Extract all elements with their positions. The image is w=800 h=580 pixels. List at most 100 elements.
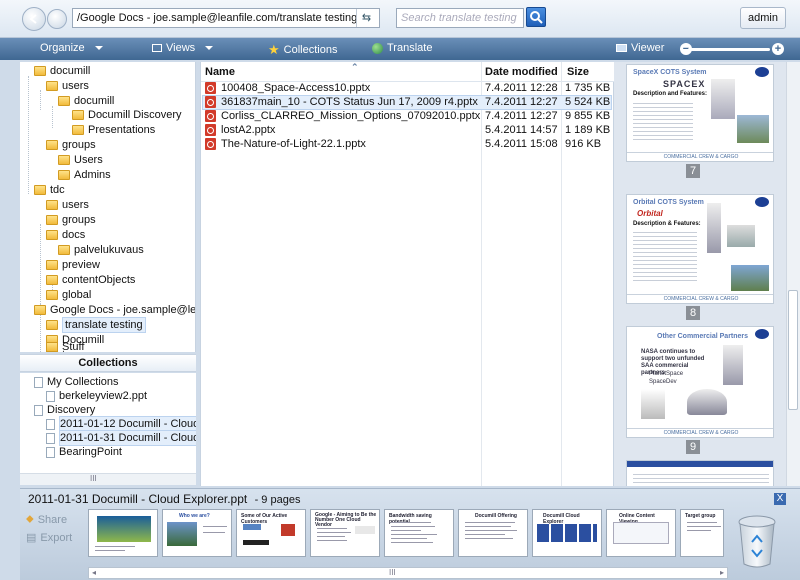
file-row[interactable]: 100408_Space-Access10.pptx 7.4.2011 12:2… (203, 82, 611, 95)
rocket-image (707, 203, 721, 253)
tree-item[interactable]: Stuff (46, 340, 84, 354)
date-column-header[interactable]: Date modified (485, 66, 558, 78)
tree-item[interactable]: groups (46, 213, 96, 227)
folder-icon (46, 215, 58, 225)
document-icon (46, 418, 55, 430)
folder-icon (58, 170, 70, 180)
tree-item[interactable]: contentObjects (46, 273, 135, 287)
folder-icon (46, 275, 58, 285)
tree-item[interactable]: documill (34, 64, 90, 78)
collection-title: 2011-01-31 Documill - Cloud Explorer.ppt… (28, 492, 301, 506)
collection-item[interactable]: My Collections (34, 375, 119, 389)
tree-item[interactable]: Presentations (72, 123, 155, 137)
slide-number: 9 (686, 440, 700, 454)
toolbar: Organize Views ★ Collections Translate V… (0, 38, 800, 60)
user-button[interactable]: admin (740, 7, 786, 29)
tree-item[interactable]: users (46, 198, 89, 212)
tree-item[interactable]: Admins (58, 168, 111, 182)
slide-thumbnail[interactable]: Other Commercial Partners NASA continues… (626, 326, 774, 438)
views-menu[interactable]: Views (152, 42, 214, 54)
translate-button[interactable]: Translate (372, 42, 432, 54)
name-column-header[interactable]: Name (205, 66, 235, 78)
tree-item[interactable]: Google Docs - joe.sample@leanfile (34, 303, 195, 317)
collections-button[interactable]: ★ Collections (268, 42, 337, 58)
recycle-bin-icon[interactable] (734, 512, 780, 570)
share-button[interactable]: ⬥ Share (26, 513, 67, 526)
page-thumbnail[interactable]: Target group (680, 509, 724, 557)
export-button[interactable]: ▤ Export (26, 531, 72, 545)
organize-label: Organize (40, 42, 85, 54)
spaceship-image (723, 345, 743, 385)
slide-thumbnail[interactable]: SpaceX COTS System SPACEX Description an… (626, 64, 774, 162)
tree-item-selected[interactable]: translate testing (46, 317, 146, 333)
document-icon (46, 390, 55, 402)
export-icon: ▤ (26, 532, 37, 544)
search-button[interactable] (526, 7, 546, 27)
file-row[interactable]: The-Nature-of-Light-22.1.pptx 5.4.2011 1… (203, 138, 611, 151)
page-thumbnail[interactable]: Bandwidth saving potential (384, 509, 454, 557)
slide-thumbnail[interactable] (626, 460, 774, 486)
file-row[interactable]: Corliss_CLARREO_Mission_Options_07092010… (203, 110, 611, 123)
tree-item[interactable]: documill (58, 94, 114, 108)
back-button[interactable] (22, 7, 46, 31)
page-thumbnail[interactable]: Who we are? (162, 509, 232, 557)
viewer-scroll-thumb[interactable] (788, 290, 798, 410)
go-arrows-icon[interactable]: ⇆ (356, 9, 376, 27)
collections-header: Collections (20, 354, 196, 372)
tree-item[interactable]: groups (46, 138, 96, 152)
pptx-file-icon (205, 124, 216, 136)
folder-icon (34, 185, 46, 195)
tree-item[interactable]: docs (46, 228, 85, 242)
share-icon: ⬥ (26, 513, 34, 525)
tree-item[interactable]: preview (46, 258, 100, 272)
launch-image (737, 115, 769, 143)
launch-site-image (731, 265, 769, 291)
collection-item-selected[interactable]: 2011-01-31 Documill - Cloud Ex (46, 430, 196, 446)
page-thumbnail[interactable]: Online Content Viewing (606, 509, 676, 557)
size-column-header[interactable]: Size (567, 66, 589, 78)
address-bar: /Google Docs - joe.sample@leanfile.com/t… (0, 0, 800, 38)
folder-icon (46, 342, 58, 352)
page-thumbnail[interactable]: Some of Our Active Customers (236, 509, 306, 557)
file-row[interactable]: lostA2.pptx 5.4.2011 14:57 1 189 KB (203, 124, 611, 137)
folder-icon (34, 305, 46, 315)
address-input[interactable]: /Google Docs - joe.sample@leanfile.com/t… (72, 8, 380, 28)
scroll-left-arrow-icon: ◂ (92, 568, 97, 577)
collection-pane: 2011-01-31 Documill - Cloud Explorer.ppt… (20, 488, 800, 580)
slide-bullets (633, 229, 697, 283)
folder-icon (46, 290, 58, 300)
slide-bullets (633, 100, 693, 140)
folder-icon (72, 110, 84, 120)
tree-item[interactable]: tdc (34, 183, 65, 197)
page-thumbnail[interactable] (88, 509, 158, 557)
page-thumbnail[interactable]: Documill Cloud Explorer (532, 509, 602, 557)
tree-item[interactable]: global (46, 288, 91, 302)
forward-button[interactable] (47, 9, 67, 29)
slide-thumbnail[interactable]: Orbital COTS System Orbital Description … (626, 194, 774, 304)
page-thumbnail[interactable]: Google - Aiming to Be the Number One Clo… (310, 509, 380, 557)
document-icon (46, 432, 55, 444)
pptx-file-icon (205, 110, 216, 122)
collection-item[interactable]: 2011-01-12 Documill - Cloud Ex (46, 416, 196, 432)
close-pane-button[interactable]: X (774, 493, 786, 505)
pptx-file-icon (205, 96, 216, 108)
viewer-scrollbar[interactable] (786, 62, 800, 486)
organize-menu[interactable]: Organize (40, 42, 103, 54)
viewer-button[interactable]: Viewer (616, 42, 664, 54)
tree-item[interactable]: Users (58, 153, 103, 167)
collection-item[interactable]: BearingPoint (46, 445, 122, 459)
thumbnail-scrollbar[interactable]: ◂ III ▸ (88, 567, 728, 579)
page-thumbnail[interactable]: Documill Offering (458, 509, 528, 557)
zoom-in-button[interactable]: + (772, 43, 784, 55)
collection-item[interactable]: Discovery (34, 403, 95, 417)
file-row-selected[interactable]: 361837main_10 - COTS Status Jun 17, 2009… (202, 95, 612, 110)
tree-item[interactable]: palvelukuvaus (58, 243, 144, 257)
folder-icon (46, 81, 58, 91)
search-input[interactable]: Search translate testing (396, 8, 524, 28)
zoom-slider[interactable] (688, 48, 770, 51)
tree-item[interactable]: users (46, 79, 89, 93)
collection-item[interactable]: berkeleyview2.ppt (46, 389, 147, 403)
slide-viewer: SpaceX COTS System SPACEX Description an… (614, 62, 786, 486)
tree-item[interactable]: Documill Discovery (72, 108, 182, 122)
left-horizontal-scrollbar[interactable]: III (20, 473, 196, 485)
